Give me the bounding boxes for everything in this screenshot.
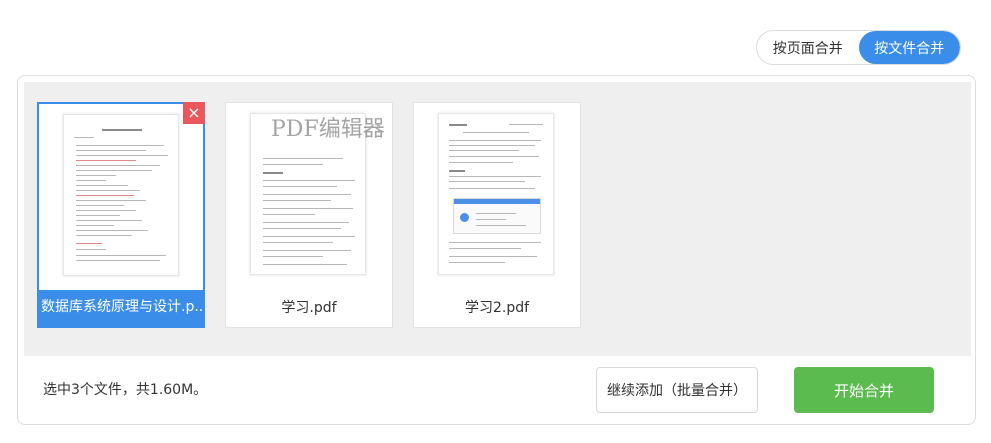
merge-mode-toggle: 按页面合并 按文件合并 — [756, 30, 961, 65]
file-card[interactable]: × 数据库系统原理与设计.p... — [37, 102, 205, 328]
thumbnail-watermark: PDF编辑器 — [271, 117, 385, 142]
file-list-area: × 数据库系统原理与设计.p... PDF编辑器 学习.pdf 学习2.pdf — [24, 82, 971, 356]
file-thumbnail — [63, 114, 179, 276]
file-name-label: 学习2.pdf — [464, 300, 530, 316]
file-thumbnail — [438, 113, 554, 275]
start-merge-button[interactable]: 开始合并 — [794, 367, 934, 413]
merge-panel: × 数据库系统原理与设计.p... PDF编辑器 学习.pdf 学习2.pdf … — [17, 75, 976, 425]
remove-file-close-icon[interactable]: × — [183, 102, 205, 124]
merge-by-file-button[interactable]: 按文件合并 — [858, 31, 960, 64]
add-more-files-button[interactable]: 继续添加（批量合并） — [596, 367, 758, 413]
file-card[interactable]: PDF编辑器 学习.pdf — [225, 102, 393, 328]
screenshot-figure — [453, 198, 541, 234]
selection-summary: 选中3个文件，共1.60M。 — [43, 382, 208, 398]
merge-by-page-button[interactable]: 按页面合并 — [757, 31, 859, 64]
file-card[interactable]: 学习2.pdf — [413, 102, 581, 328]
file-name-label: 学习.pdf — [281, 300, 337, 316]
file-name-label: 数据库系统原理与设计.p... — [39, 290, 203, 326]
